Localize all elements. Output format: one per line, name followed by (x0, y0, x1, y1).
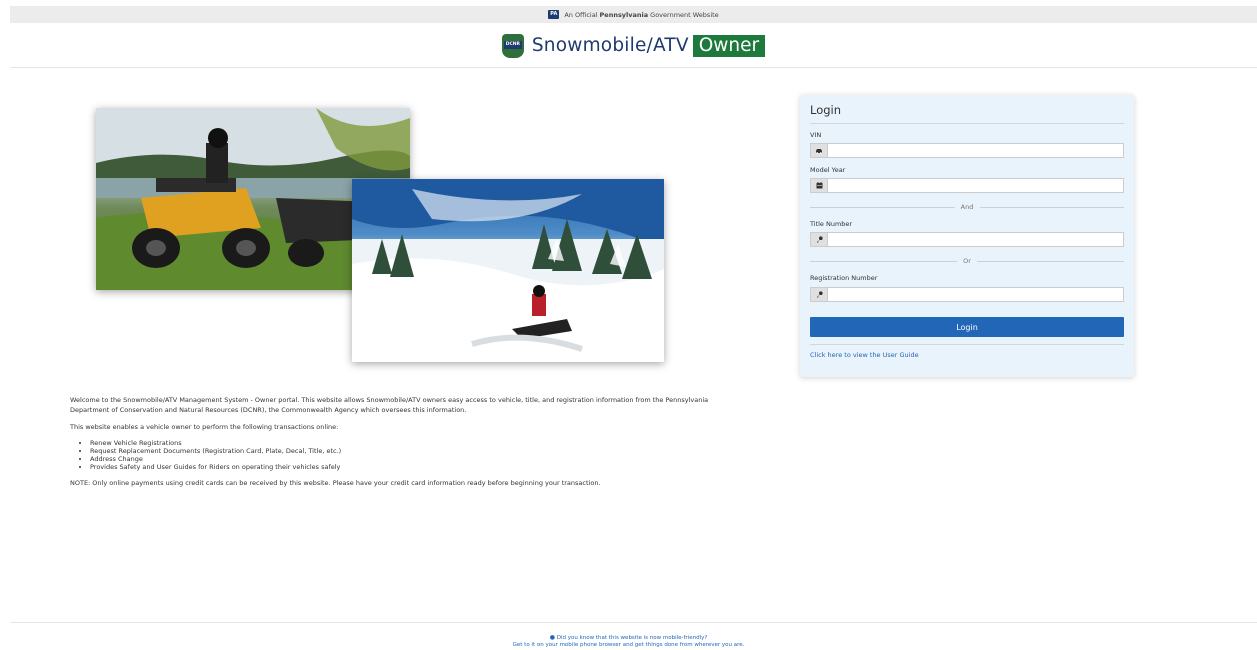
list-item: Address Change (90, 455, 730, 463)
banner-state: Pennsylvania (599, 10, 649, 19)
key-icon (810, 287, 828, 302)
model-year-input[interactable] (828, 178, 1124, 193)
footer: ● Did you know that this website is now … (0, 634, 1257, 649)
site-header: DCNR Snowmobile/ATV Owner (10, 24, 1257, 68)
model-year-input-group (810, 178, 1124, 193)
user-guide-link[interactable]: Click here to view the User Guide (810, 351, 919, 359)
calendar-icon (810, 178, 828, 193)
welcome-paragraph: Welcome to the Snowmobile/ATV Management… (70, 396, 709, 414)
model-year-label: Model Year (810, 166, 846, 174)
snowmobile-photo (352, 179, 664, 362)
snowmobile-illustration (352, 179, 664, 362)
key-icon (810, 232, 828, 247)
and-divider: And (810, 203, 1124, 212)
footer-divider (10, 622, 1257, 623)
official-website-banner: PA An Official Pennsylvania Government W… (10, 6, 1257, 23)
and-text: And (954, 203, 980, 212)
vin-label: VIN (810, 131, 822, 139)
vin-input-group (810, 143, 1124, 158)
site-title[interactable]: Snowmobile/ATV (532, 35, 689, 56)
or-text: Or (957, 257, 977, 266)
registration-number-input[interactable] (828, 287, 1124, 302)
transactions-list: Renew Vehicle Registrations Request Repl… (70, 439, 730, 471)
dcnr-logo-text: DCNR (503, 40, 522, 49)
banner-suffix: Government Website (650, 10, 719, 19)
registration-number-input-group (810, 287, 1124, 302)
enables-paragraph: This website enables a vehicle owner to … (70, 423, 339, 431)
owner-tag: Owner (692, 34, 766, 57)
dcnr-logo-icon[interactable]: DCNR (501, 33, 524, 58)
login-button[interactable]: Login (810, 317, 1124, 337)
registration-number-label: Registration Number (810, 274, 878, 282)
title-number-label: Title Number (810, 220, 853, 228)
title-divider (810, 123, 1124, 124)
list-item: Provides Safety and User Guides for Ride… (90, 463, 730, 471)
login-title: Login (810, 103, 842, 117)
banner-prefix: An Official (564, 10, 598, 19)
car-icon (810, 143, 828, 158)
footer-mobile-notice: Did you know that this website is now mo… (556, 635, 708, 641)
pa-badge-icon: PA (548, 10, 560, 19)
list-item: Request Replacement Documents (Registrat… (90, 447, 730, 455)
footer-mobile-hint: Get to it on your mobile phone browser a… (512, 642, 745, 648)
button-divider (810, 344, 1124, 345)
title-number-input-group (810, 232, 1124, 247)
or-divider: Or (810, 257, 1124, 266)
intro-text: Welcome to the Snowmobile/ATV Management… (70, 395, 730, 495)
login-panel: Login VIN Model Year And Title Number Or… (800, 95, 1134, 377)
payment-note: NOTE: Only online payments using credit … (70, 479, 601, 487)
list-item: Renew Vehicle Registrations (90, 439, 730, 447)
map-pin-icon: ● (549, 634, 555, 641)
title-number-input[interactable] (828, 232, 1124, 247)
vin-input[interactable] (828, 143, 1124, 158)
